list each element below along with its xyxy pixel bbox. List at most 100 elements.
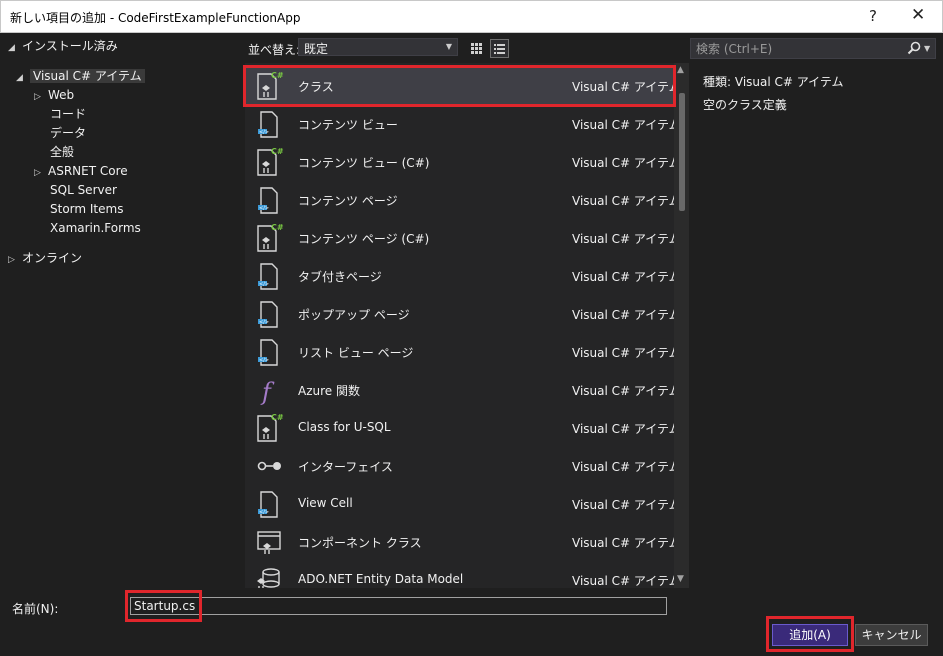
svg-text:</>: </> xyxy=(259,358,269,364)
template-item-name: インターフェイス xyxy=(298,460,393,474)
svg-text:C#: C# xyxy=(271,413,284,422)
interface-icon xyxy=(254,450,284,482)
tree-node-aspnet-core[interactable]: ▷ ASRNET Core xyxy=(34,162,128,181)
template-item[interactable]: C# Class for U-SQL Visual C# アイテム xyxy=(245,409,681,447)
template-item-name: タブ付きページ xyxy=(298,270,382,284)
template-item-name: リスト ビュー ページ xyxy=(298,346,414,360)
template-item[interactable]: </> コンテンツ ビュー Visual C# アイテム xyxy=(245,105,681,143)
expand-arrow-icon: ▷ xyxy=(34,92,41,102)
add-button[interactable]: 追加(A) xyxy=(772,624,848,646)
template-item-name: コンテンツ ページ (C#) xyxy=(298,232,430,246)
template-item[interactable]: C# コンテンツ ビュー (C#) Visual C# アイテム xyxy=(245,143,681,181)
template-item-category: Visual C# アイテム xyxy=(572,270,681,284)
title-bar: 新しい項目の追加 - CodeFirstExampleFunctionApp ?… xyxy=(0,0,943,33)
tree-node-sql-server[interactable]: SQL Server xyxy=(50,181,117,200)
component-icon xyxy=(254,526,284,558)
xaml-page-icon: </> xyxy=(254,488,284,520)
name-label: 名前(N): xyxy=(12,602,59,616)
svg-text:f: f xyxy=(260,378,275,406)
tree-node-visual-csharp[interactable]: ◢ Visual C# アイテム xyxy=(16,67,145,86)
scroll-down-icon[interactable]: ▼ xyxy=(677,574,684,584)
collapse-arrow-icon: ◢ xyxy=(16,73,23,83)
sort-label: 並べ替え: xyxy=(248,43,301,57)
template-item-category: Visual C# アイテム xyxy=(572,232,681,246)
csharp-class-icon: C# xyxy=(254,412,284,444)
xaml-page-icon: </> xyxy=(254,260,284,292)
scroll-thumb[interactable] xyxy=(679,93,685,211)
svg-text:C#: C# xyxy=(271,223,284,232)
template-item[interactable]: </> View Cell Visual C# アイテム xyxy=(245,485,681,523)
search-icon[interactable] xyxy=(907,41,921,55)
search-options-chevron-icon[interactable]: ▼ xyxy=(924,44,930,53)
template-item[interactable]: インターフェイス Visual C# アイテム xyxy=(245,447,681,485)
template-item-category: Visual C# アイテム xyxy=(572,156,681,170)
search-input[interactable] xyxy=(694,40,898,58)
detail-type: 種類: Visual C# アイテム xyxy=(703,73,844,90)
tree-node-web[interactable]: ▷ Web xyxy=(34,86,74,105)
svg-text:C#: C# xyxy=(271,71,284,80)
search-box[interactable]: ▼ xyxy=(690,38,936,59)
template-item[interactable]: </> タブ付きページ Visual C# アイテム xyxy=(245,257,681,295)
chevron-down-icon: ▼ xyxy=(445,42,452,51)
template-item-name: ポップアップ ページ xyxy=(298,308,410,322)
template-item[interactable]: C# コンテンツ ページ (C#) Visual C# アイテム xyxy=(245,219,681,257)
function-icon: f xyxy=(254,374,284,406)
svg-text:</>: </> xyxy=(259,130,269,136)
xaml-page-icon: </> xyxy=(254,184,284,216)
category-tree: ◢ インストール済み ◢ Visual C# アイテム ▷ Web コード データ 全… xyxy=(0,33,236,588)
csharp-class-icon: C# xyxy=(254,222,284,254)
sort-dropdown[interactable]: 既定 ▼ xyxy=(298,38,458,56)
grid-view-button[interactable] xyxy=(467,39,486,58)
template-item-name: ADO.NET Entity Data Model xyxy=(298,572,464,586)
tree-node-storm-items[interactable]: Storm Items xyxy=(50,200,123,219)
template-item-name: Class for U-SQL xyxy=(298,420,391,434)
template-item[interactable]: </> リスト ビュー ページ Visual C# アイテム xyxy=(245,333,681,371)
tree-node-general[interactable]: 全般 xyxy=(50,143,74,162)
grid-view-icon xyxy=(471,43,482,54)
help-button[interactable]: ? xyxy=(869,7,877,25)
template-item-name: View Cell xyxy=(298,496,353,510)
template-list: C# クラス Visual C# アイテム </> コンテンツ ビュー Visual C#… xyxy=(245,63,689,588)
tree-node-xamarin-forms[interactable]: Xamarin.Forms xyxy=(50,219,141,238)
list-view-icon xyxy=(494,44,505,54)
bottom-bar: 名前(N): 追加(A) キャンセル xyxy=(0,588,943,656)
svg-text:</>: </> xyxy=(259,510,269,516)
list-view-button[interactable] xyxy=(490,39,509,58)
svg-text:</>: </> xyxy=(259,320,269,326)
xaml-page-icon: </> xyxy=(254,108,284,140)
template-item[interactable]: ADO.NET Entity Data Model Visual C# アイテム xyxy=(245,561,681,588)
close-button[interactable]: ✕ xyxy=(911,5,925,25)
csharp-class-icon: C# xyxy=(254,146,284,178)
template-item-name: コンテンツ ビュー (C#) xyxy=(298,156,430,170)
name-input[interactable] xyxy=(130,597,667,615)
tree-node-code[interactable]: コード xyxy=(50,105,86,124)
cancel-button[interactable]: キャンセル xyxy=(855,624,928,646)
xaml-page-icon: </> xyxy=(254,298,284,330)
svg-text:</>: </> xyxy=(259,206,269,212)
template-item[interactable]: </> コンテンツ ページ Visual C# アイテム xyxy=(245,181,681,219)
template-item-category: Visual C# アイテム xyxy=(572,194,681,208)
detail-description: 空のクラス定義 xyxy=(703,98,787,112)
template-item-category: Visual C# アイテム xyxy=(572,536,681,550)
template-item-name: コンテンツ ページ xyxy=(298,194,398,208)
template-item[interactable]: </> ポップアップ ページ Visual C# アイテム xyxy=(245,295,681,333)
template-item[interactable]: C# クラス Visual C# アイテム xyxy=(245,67,681,105)
svg-text:C#: C# xyxy=(271,147,284,156)
tree-node-online[interactable]: ▷ オンライン xyxy=(8,249,82,268)
tree-node-data[interactable]: データ xyxy=(50,124,86,143)
template-list-scrollbar[interactable]: ▲ ▼ xyxy=(674,63,689,588)
template-item-category: Visual C# アイテム xyxy=(572,346,681,360)
tree-node-installed[interactable]: ◢ インストール済み xyxy=(8,37,118,56)
template-item-category: Visual C# アイテム xyxy=(572,498,681,512)
tree-node-label: Visual C# アイテム xyxy=(30,69,145,83)
scroll-up-icon[interactable]: ▲ xyxy=(677,65,684,75)
xaml-page-icon: </> xyxy=(254,336,284,368)
template-item-category: Visual C# アイテム xyxy=(572,422,681,436)
template-item[interactable]: コンポーネント クラス Visual C# アイテム xyxy=(245,523,681,561)
template-item-category: Visual C# アイテム xyxy=(572,384,681,398)
template-item-category: Visual C# アイテム xyxy=(572,574,681,588)
expand-arrow-icon: ▷ xyxy=(8,255,15,265)
template-item-category: Visual C# アイテム xyxy=(572,308,681,322)
template-item[interactable]: f Azure 関数 Visual C# アイテム xyxy=(245,371,681,409)
template-item-category: Visual C# アイテム xyxy=(572,118,681,132)
